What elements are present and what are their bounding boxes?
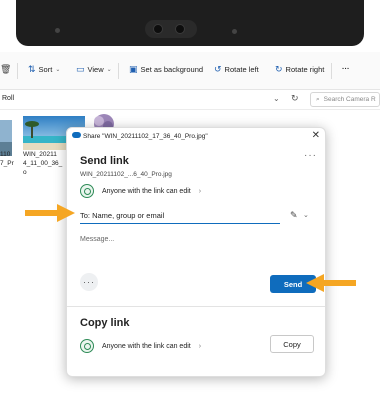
message-input[interactable]: Message... [80,236,114,243]
address-bar: Roll ⌄ ↻ ⌕ Search Camera R [0,90,380,110]
set-as-background-button[interactable]: ▣ Set as background [129,64,203,75]
more-label: ··· [342,64,350,73]
toolbar-divider [118,63,119,79]
delete-button[interactable]: 🗑 [0,64,11,75]
rotate-left-icon: ↺ [214,64,222,74]
chevron-down-icon: ⌄ [55,67,61,73]
section-divider [67,306,325,307]
rotate-right-icon: ↻ [275,64,283,74]
copy-link-permission-setting[interactable]: Anyone with the link can edit › [80,339,201,353]
chevron-down-icon[interactable]: ⌄ [303,211,309,219]
file-name: WIN_20211102_...6_40_Pro.jpg [80,171,172,178]
globe-icon [80,339,94,353]
close-button[interactable]: ✕ [312,130,320,141]
chevron-down-icon: ⌄ [106,67,112,73]
image-icon: ▣ [129,64,138,74]
chevron-right-icon: › [198,187,202,195]
more-options-icon[interactable]: ··· [304,150,317,161]
search-icon: ⌕ [316,95,320,103]
file-label: WIN_20211 4_11_00_36_ o [23,151,63,176]
chevron-down-icon[interactable]: ⌄ [273,94,280,103]
view-icon: ▭ [76,64,85,74]
set-background-label: Set as background [140,65,204,74]
rotate-right-button[interactable]: ↻ Rotate right [275,64,324,75]
rotate-left-label: Rotate left [224,65,259,74]
rotate-right-label: Rotate right [285,65,325,74]
sensor-dot [55,28,60,33]
webcam-lens [175,24,185,34]
view-button[interactable]: ▭ View ⌄ [76,64,112,75]
dialog-title: Share "WIN_20211102_17_36_40_Pro.jpg" [83,133,208,140]
more-options-button[interactable]: ··· [342,64,350,73]
refresh-icon[interactable]: ↻ [291,93,299,104]
pointer-arrow-left [306,274,356,292]
webcam [145,20,197,38]
link-permission-setting[interactable]: Anyone with the link can edit › [80,184,201,198]
chevron-right-icon: › [198,342,202,350]
pointer-arrow-right [25,204,75,222]
recipient-placeholder: To: Name, group or email [80,211,165,220]
toolbar-divider [17,63,18,79]
explorer-toolbar: 🗑 ⇅ Sort ⌄ ▭ View ⌄ ▣ Set as background … [0,52,380,90]
globe-icon [80,184,94,198]
rotate-left-button[interactable]: ↺ Rotate left [214,64,259,75]
breadcrumb[interactable]: Roll [2,95,14,102]
search-placeholder: Search Camera R [323,96,376,103]
sort-label: Sort [38,65,53,74]
options-button[interactable]: ··· [80,273,98,291]
copy-button[interactable]: Copy [270,335,314,353]
trash-icon: 🗑 [0,64,12,74]
sort-button[interactable]: ⇅ Sort ⌄ [28,64,60,75]
share-dialog: Share "WIN_20211102_17_36_40_Pro.jpg" ✕ … [66,127,326,377]
copy-link-heading: Copy link [80,317,130,329]
permission-text: Anyone with the link can edit [102,187,191,195]
file-label: 110 7_Pr [0,151,14,167]
toolbar-divider [331,63,332,79]
pencil-icon[interactable]: ✎ [290,210,298,221]
send-link-heading: Send link [80,155,129,167]
copy-permission-text: Anyone with the link can edit [102,342,191,350]
recipient-input[interactable]: To: Name, group or email [80,208,280,224]
webcam-lens [153,24,163,34]
view-label: View [87,65,104,74]
search-input[interactable]: ⌕ Search Camera R [310,92,380,107]
sensor-dot [232,29,237,34]
sort-icon: ⇅ [28,64,36,74]
screen-bezel [0,0,380,48]
onedrive-icon [72,132,81,138]
